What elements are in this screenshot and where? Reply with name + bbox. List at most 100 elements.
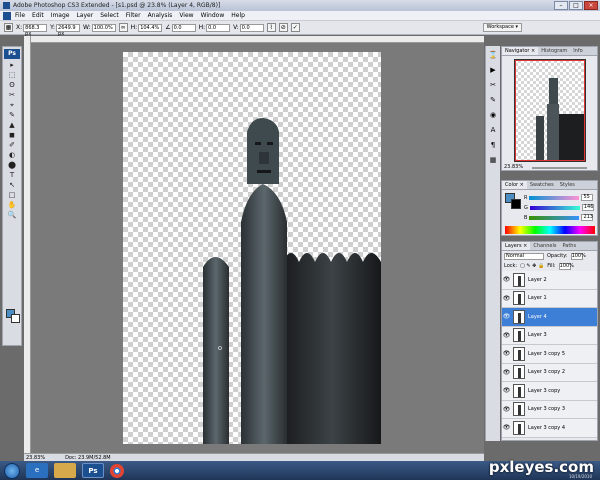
menu-help[interactable]: Help [231,12,245,19]
marquee-tool-icon[interactable]: ⬚ [5,71,19,80]
visibility-eye-icon[interactable]: 👁 [502,350,511,357]
h-skew-input[interactable]: 0.0 [206,23,231,32]
move-tool-icon[interactable]: ▸ [5,61,19,70]
workspace-button[interactable]: Workspace ▾ [482,23,522,32]
reference-point-icon[interactable]: ▦ [4,23,13,32]
fill-input[interactable]: 100% [558,262,574,270]
close-button[interactable]: × [584,1,598,10]
visibility-eye-icon[interactable]: 👁 [502,424,511,431]
actions-icon[interactable]: ▶ [488,65,499,76]
visibility-eye-icon[interactable]: 👁 [502,313,511,320]
type-tool-icon[interactable]: T [5,171,19,180]
red-value[interactable]: 55 [581,194,594,201]
path-selection-tool-icon[interactable]: ↖ [5,181,19,190]
menu-window[interactable]: Window [201,12,225,19]
visibility-eye-icon[interactable]: 👁 [502,295,511,302]
crop-tool-icon[interactable]: ✂ [5,91,19,100]
layer-row[interactable]: 👁 Layer 3 copy 4 [502,419,597,438]
tab-color[interactable]: Color × [502,181,527,189]
layer-row[interactable]: 👁 Layer 3 [502,326,597,345]
explorer-folder-icon[interactable] [54,463,76,478]
layer-row[interactable]: 👁 Layer 2 [502,271,597,290]
warp-icon[interactable]: ⌇ [266,23,276,32]
width-input[interactable]: 100.0% [91,23,116,32]
navigator-view-box[interactable] [515,60,585,161]
background-color-swatch[interactable] [11,314,20,323]
visibility-eye-icon[interactable]: 👁 [502,332,511,339]
menu-filter[interactable]: Filter [126,12,141,19]
blend-mode-select[interactable]: Normal [504,252,544,260]
opacity-input[interactable]: 100% [570,252,586,260]
menu-select[interactable]: Select [100,12,119,19]
hand-tool-icon[interactable]: ✋ [5,201,19,210]
menu-view[interactable]: View [179,12,193,19]
navigator-zoom[interactable]: 23.83% [504,164,523,170]
shape-tool-icon[interactable]: □ [5,191,19,200]
layer-row[interactable]: 👁 Layer 3 copy 5 [502,345,597,364]
lock-icons[interactable]: ▢ ✎ ✥ 🔒 [520,263,544,269]
paragraph-icon[interactable]: ¶ [488,140,499,151]
tab-channels[interactable]: Channels [530,242,559,250]
menu-layer[interactable]: Layer [76,12,93,19]
zoom-level[interactable]: 23.83% [26,455,45,461]
blue-value[interactable]: 213 [581,214,594,221]
color-panel-background[interactable] [511,199,521,209]
x-input[interactable]: 868.3 px [23,23,48,37]
tab-histogram[interactable]: Histogram [538,47,570,55]
tab-styles[interactable]: Styles [557,181,578,189]
ps-menu-icon[interactable] [3,11,11,20]
v-skew-input[interactable]: 0.0 [239,23,264,32]
pen-tool-icon[interactable]: ⬤ [5,161,19,170]
angle-input[interactable]: 0.0 [171,23,196,32]
red-slider[interactable] [529,195,580,200]
eraser-tool-icon[interactable]: ◼ [5,131,19,140]
horizontal-ruler[interactable] [24,36,484,43]
document-canvas[interactable] [123,52,381,444]
gradient-tool-icon[interactable]: ✐ [5,141,19,150]
clone-stamp-tool-icon[interactable]: ▲ [5,121,19,130]
y-input[interactable]: 2649.9 px [56,23,81,37]
layer-row[interactable]: 👁 Layer 3 copy [502,382,597,401]
tab-layers[interactable]: Layers × [502,242,531,250]
tool-presets-icon[interactable]: ✂ [488,80,499,91]
navigator-zoom-slider[interactable] [532,167,587,169]
visibility-eye-icon[interactable]: 👁 [502,406,511,413]
layer-row[interactable]: 👁 Layer 3 copy 3 [502,400,597,419]
dodge-tool-icon[interactable]: ◐ [5,151,19,160]
green-value[interactable]: 146 [581,204,594,211]
visibility-eye-icon[interactable]: 👁 [502,276,511,283]
layer-row[interactable]: 👁 Layer 4 [502,308,597,327]
layer-row[interactable]: 👁 Layer 3 copy 2 [502,363,597,382]
height-input[interactable]: 104.4% [138,23,163,32]
menu-edit[interactable]: Edit [32,12,44,19]
tab-info[interactable]: Info [570,47,585,55]
color-spectrum[interactable] [505,226,595,234]
brushes-icon[interactable]: ✎ [488,95,499,106]
lasso-tool-icon[interactable]: ʘ [5,81,19,90]
spot-healing-tool-icon[interactable]: ⌖ [5,101,19,110]
character-icon[interactable]: A [488,125,499,136]
internet-explorer-icon[interactable]: e [26,463,48,478]
layer-row[interactable]: 👁 Layer 1 [502,289,597,308]
zoom-tool-icon[interactable]: 🔍 [5,211,19,220]
link-icon[interactable]: ∞ [118,23,128,32]
visibility-eye-icon[interactable]: 👁 [502,387,511,394]
start-button[interactable] [4,462,20,479]
blue-slider[interactable] [529,215,580,220]
commit-transform-icon[interactable]: ✓ [290,23,300,32]
menu-file[interactable]: File [15,12,25,19]
brush-tool-icon[interactable]: ✎ [5,111,19,120]
tab-paths[interactable]: Paths [559,242,579,250]
maximize-button[interactable]: □ [569,1,583,10]
menu-analysis[interactable]: Analysis [148,12,173,19]
menu-image[interactable]: Image [51,12,70,19]
tab-navigator[interactable]: Navigator × [502,47,539,55]
history-icon[interactable]: ⌛ [488,50,499,61]
green-slider[interactable] [529,205,580,210]
tab-swatches[interactable]: Swatches [527,181,557,189]
cancel-transform-icon[interactable]: ⊘ [278,23,288,32]
visibility-eye-icon[interactable]: 👁 [502,369,511,376]
minimize-button[interactable]: – [554,1,568,10]
measurement-icon[interactable]: ▦ [488,155,499,166]
clone-source-icon[interactable]: ◉ [488,110,499,121]
